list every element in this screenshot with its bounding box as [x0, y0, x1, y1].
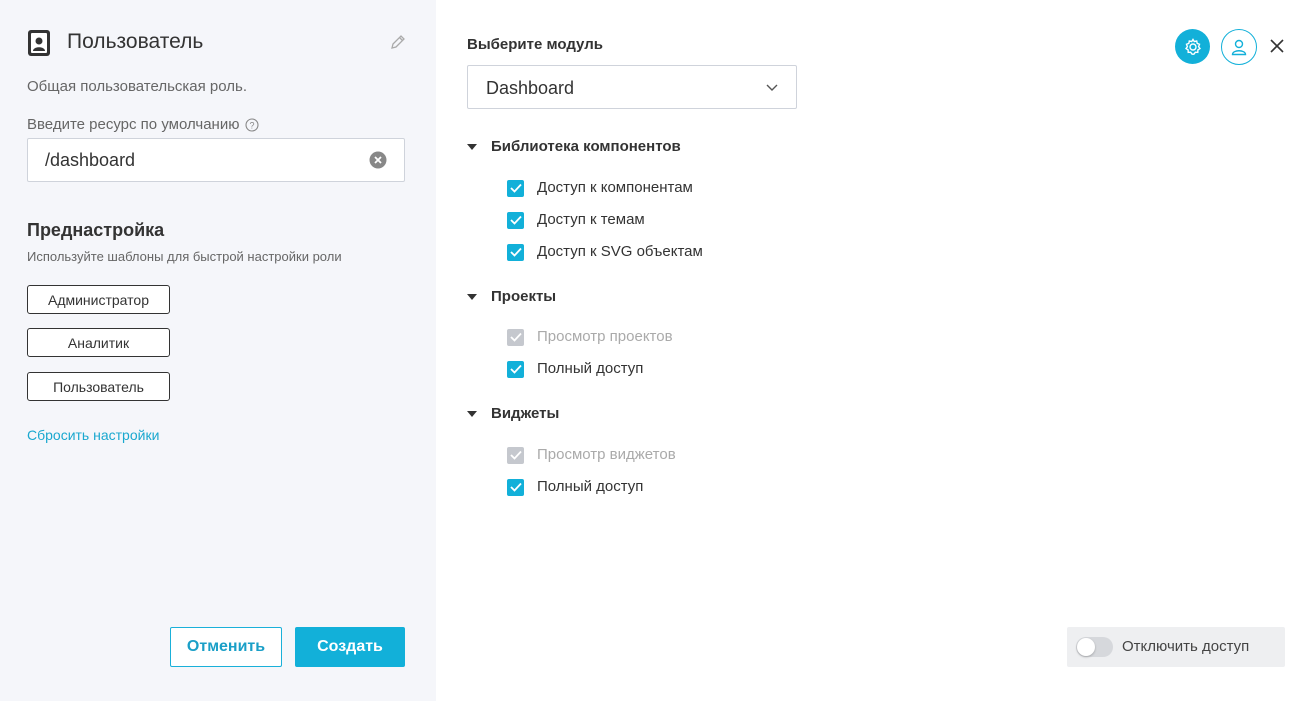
checkmark-icon [509, 364, 522, 374]
checkbox-disabled [507, 328, 524, 346]
preset-user-button[interactable]: Пользователь [27, 372, 170, 401]
user-icon [1231, 39, 1247, 56]
checkmark-icon [509, 332, 522, 342]
section-component-library[interactable]: Библиотека компонентов [467, 138, 681, 156]
permission-row[interactable]: Полный доступ [507, 478, 643, 496]
checkmark-icon [509, 450, 522, 460]
cancel-button[interactable]: Отменить [170, 627, 282, 667]
caret-down-icon [467, 144, 477, 150]
close-icon[interactable] [1268, 37, 1286, 55]
permission-label: Полный доступ [537, 478, 644, 495]
role-info-panel: Пользователь Общая пользовательская роль… [0, 0, 436, 701]
checkmark-icon [509, 215, 522, 225]
toggle-knob [1077, 638, 1095, 656]
permission-row[interactable]: Доступ к компонентам [507, 179, 693, 197]
permission-row: Просмотр проектов [507, 328, 673, 346]
id-badge-icon [28, 30, 50, 56]
checkmark-icon [509, 482, 522, 492]
user-button[interactable] [1221, 29, 1257, 65]
resource-label: Введите ресурс по умолчанию ? [27, 116, 260, 134]
preset-title: Преднастройка [27, 220, 165, 240]
module-label: Выберите модуль [467, 36, 603, 53]
section-projects[interactable]: Проекты [467, 288, 556, 306]
section-label: Проекты [491, 288, 557, 305]
svg-text:?: ? [250, 121, 255, 131]
permission-label: Просмотр виджетов [537, 446, 676, 463]
checkbox[interactable] [507, 243, 524, 261]
checkbox[interactable] [507, 211, 524, 229]
settings-button[interactable] [1175, 29, 1210, 64]
permission-label: Просмотр проектов [537, 328, 673, 345]
caret-down-icon [467, 294, 477, 300]
preset-admin-button[interactable]: Администратор [27, 285, 170, 314]
disable-access-toggle[interactable] [1076, 637, 1113, 657]
permission-row[interactable]: Доступ к темам [507, 211, 645, 229]
checkbox-disabled [507, 446, 524, 464]
checkbox[interactable] [507, 360, 524, 378]
pencil-icon[interactable] [389, 33, 407, 51]
permission-row[interactable]: Полный доступ [507, 360, 643, 378]
reset-settings-link[interactable]: Сбросить настройки [27, 426, 159, 444]
preset-analyst-button[interactable]: Аналитик [27, 328, 170, 357]
gear-icon [1184, 37, 1201, 55]
permission-label: Доступ к компонентам [537, 179, 693, 196]
resource-input[interactable] [45, 139, 365, 181]
create-button[interactable]: Создать [295, 627, 405, 667]
module-select[interactable]: Dashboard [467, 65, 797, 109]
resource-label-text: Введите ресурс по умолчанию [27, 116, 240, 133]
permission-label: Доступ к SVG объектам [537, 243, 703, 260]
section-label: Виджеты [491, 405, 560, 422]
role-title: Пользователь [67, 30, 204, 53]
checkmark-icon [509, 247, 522, 257]
permission-row[interactable]: Доступ к SVG объектам [507, 243, 703, 261]
resource-field [27, 138, 405, 182]
checkmark-icon [509, 183, 522, 193]
clear-icon[interactable] [369, 151, 387, 169]
module-select-value: Dashboard [486, 78, 575, 98]
help-icon[interactable]: ? [245, 118, 260, 132]
checkbox[interactable] [507, 478, 524, 496]
role-editor: Пользователь Общая пользовательская роль… [0, 0, 1315, 701]
permission-label: Полный доступ [537, 360, 644, 377]
toggle-label: Отключить доступ [1122, 638, 1250, 655]
section-label: Библиотека компонентов [491, 138, 681, 155]
permission-row: Просмотр виджетов [507, 446, 676, 464]
checkbox[interactable] [507, 179, 524, 197]
permission-label: Доступ к темам [537, 211, 645, 228]
section-widgets[interactable]: Виджеты [467, 405, 559, 423]
chevron-down-icon [766, 84, 778, 91]
disable-access-control: Отключить доступ [1067, 627, 1285, 667]
preset-description: Используйте шаблоны для быстрой настройк… [27, 249, 342, 264]
caret-down-icon [467, 411, 477, 417]
role-description: Общая пользовательская роль. [27, 78, 248, 95]
